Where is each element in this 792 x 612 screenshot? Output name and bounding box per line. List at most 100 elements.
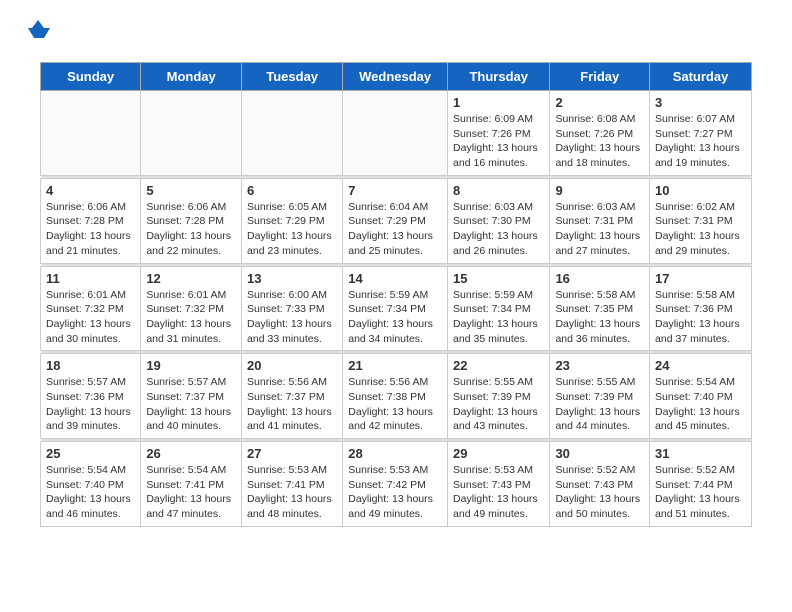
table-row: 22 Sunrise: 5:55 AM Sunset: 7:39 PM Dayli… — [448, 354, 550, 439]
day-number: 17 — [655, 271, 746, 286]
table-row: 25Sunrise: 5:54 AM Sunset: 7:40 PM Dayli… — [41, 442, 141, 527]
cell-info: Sunrise: 5:54 AM Sunset: 7:41 PM Dayligh… — [146, 463, 236, 522]
table-row — [343, 91, 448, 176]
day-number: 31 — [655, 446, 746, 461]
table-row: 1Sunrise: 6:09 AM Sunset: 7:26 PM Daylig… — [448, 91, 550, 176]
cell-info: Sunrise: 5:58 AM Sunset: 7:36 PM Dayligh… — [655, 288, 746, 347]
table-row: 24 Sunrise: 5:54 AM Sunset: 7:40 PM Dayli… — [650, 354, 752, 439]
day-number: 19 — [146, 358, 236, 373]
logo — [25, 20, 50, 52]
table-row: 21Sunrise: 5:56 AM Sunset: 7:38 PM Dayli… — [343, 354, 448, 439]
table-row: 14 Sunrise: 5:59 AM Sunset: 7:34 PM Dayli… — [343, 266, 448, 351]
day-number: 7 — [348, 183, 442, 198]
cell-info: Sunrise: 6:07 AM Sunset: 7:27 PM Dayligh… — [655, 112, 746, 171]
cell-info: Sunrise: 6:01 AM Sunset: 7:32 PM Dayligh… — [146, 288, 236, 347]
table-row: 6 Sunrise: 6:05 AM Sunset: 7:29 PM Daylig… — [242, 178, 343, 263]
day-number: 15 — [453, 271, 544, 286]
day-number: 5 — [146, 183, 236, 198]
day-number: 22 — [453, 358, 544, 373]
table-row: 13Sunrise: 6:00 AM Sunset: 7:33 PM Dayli… — [242, 266, 343, 351]
column-header-sunday: Sunday — [41, 63, 141, 91]
day-number: 6 — [247, 183, 337, 198]
calendar-week-row: 1Sunrise: 6:09 AM Sunset: 7:26 PM Daylig… — [41, 91, 752, 176]
table-row — [242, 91, 343, 176]
calendar-wrapper: SundayMondayTuesdayWednesdayThursdayFrid… — [10, 62, 782, 527]
calendar-week-row: 25Sunrise: 5:54 AM Sunset: 7:40 PM Dayli… — [41, 442, 752, 527]
table-row: 27 Sunrise: 5:53 AM Sunset: 7:41 PM Dayli… — [242, 442, 343, 527]
table-row: 29Sunrise: 5:53 AM Sunset: 7:43 PM Dayli… — [448, 442, 550, 527]
day-number: 14 — [348, 271, 442, 286]
cell-info: Sunrise: 5:56 AM Sunset: 7:37 PM Dayligh… — [247, 375, 337, 434]
day-number: 3 — [655, 95, 746, 110]
table-row: 19 Sunrise: 5:57 AM Sunset: 7:37 PM Dayli… — [141, 354, 242, 439]
table-row: 4 Sunrise: 6:06 AM Sunset: 7:28 PM Daylig… — [41, 178, 141, 263]
table-row: 17 Sunrise: 5:58 AM Sunset: 7:36 PM Dayli… — [650, 266, 752, 351]
day-number: 1 — [453, 95, 544, 110]
day-number: 12 — [146, 271, 236, 286]
column-header-monday: Monday — [141, 63, 242, 91]
day-number: 8 — [453, 183, 544, 198]
calendar-week-row: 11 Sunrise: 6:01 AM Sunset: 7:32 PM Dayli… — [41, 266, 752, 351]
day-number: 25 — [46, 446, 135, 461]
cell-info: Sunrise: 6:06 AM Sunset: 7:28 PM Dayligh… — [146, 200, 236, 259]
day-number: 20 — [247, 358, 337, 373]
cell-info: Sunrise: 6:08 AM Sunset: 7:26 PM Dayligh… — [555, 112, 644, 171]
column-header-thursday: Thursday — [448, 63, 550, 91]
cell-info: Sunrise: 5:59 AM Sunset: 7:34 PM Dayligh… — [453, 288, 544, 347]
cell-info: Sunrise: 5:55 AM Sunset: 7:39 PM Dayligh… — [555, 375, 644, 434]
day-number: 10 — [655, 183, 746, 198]
table-row: 9 Sunrise: 6:03 AM Sunset: 7:31 PM Daylig… — [550, 178, 650, 263]
table-row: 8 Sunrise: 6:03 AM Sunset: 7:30 PM Daylig… — [448, 178, 550, 263]
day-number: 28 — [348, 446, 442, 461]
cell-info: Sunrise: 5:52 AM Sunset: 7:43 PM Dayligh… — [555, 463, 644, 522]
table-row: 31 Sunrise: 5:52 AM Sunset: 7:44 PM Dayli… — [650, 442, 752, 527]
cell-info: Sunrise: 5:54 AM Sunset: 7:40 PM Dayligh… — [655, 375, 746, 434]
table-row: 18 Sunrise: 5:57 AM Sunset: 7:36 PM Dayli… — [41, 354, 141, 439]
table-row: 3 Sunrise: 6:07 AM Sunset: 7:27 PM Daylig… — [650, 91, 752, 176]
column-header-saturday: Saturday — [650, 63, 752, 91]
page-header — [10, 10, 782, 57]
cell-info: Sunrise: 6:06 AM Sunset: 7:28 PM Dayligh… — [46, 200, 135, 259]
table-row: 5 Sunrise: 6:06 AM Sunset: 7:28 PM Daylig… — [141, 178, 242, 263]
table-row: 16 Sunrise: 5:58 AM Sunset: 7:35 PM Dayli… — [550, 266, 650, 351]
table-row: 12 Sunrise: 6:01 AM Sunset: 7:32 PM Dayli… — [141, 266, 242, 351]
day-number: 13 — [247, 271, 337, 286]
day-number: 24 — [655, 358, 746, 373]
cell-info: Sunrise: 5:55 AM Sunset: 7:39 PM Dayligh… — [453, 375, 544, 434]
day-number: 4 — [46, 183, 135, 198]
cell-info: Sunrise: 5:53 AM Sunset: 7:41 PM Dayligh… — [247, 463, 337, 522]
table-row: 28Sunrise: 5:53 AM Sunset: 7:42 PM Dayli… — [343, 442, 448, 527]
table-row: 11 Sunrise: 6:01 AM Sunset: 7:32 PM Dayli… — [41, 266, 141, 351]
table-row: 20 Sunrise: 5:56 AM Sunset: 7:37 PM Dayli… — [242, 354, 343, 439]
cell-info: Sunrise: 6:04 AM Sunset: 7:29 PM Dayligh… — [348, 200, 442, 259]
cell-info: Sunrise: 5:58 AM Sunset: 7:35 PM Dayligh… — [555, 288, 644, 347]
table-row: 15 Sunrise: 5:59 AM Sunset: 7:34 PM Dayli… — [448, 266, 550, 351]
day-number: 18 — [46, 358, 135, 373]
day-number: 11 — [46, 271, 135, 286]
calendar-table: SundayMondayTuesdayWednesdayThursdayFrid… — [40, 62, 752, 527]
cell-info: Sunrise: 6:02 AM Sunset: 7:31 PM Dayligh… — [655, 200, 746, 259]
table-row: 10 Sunrise: 6:02 AM Sunset: 7:31 PM Dayli… — [650, 178, 752, 263]
day-number: 16 — [555, 271, 644, 286]
cell-info: Sunrise: 5:57 AM Sunset: 7:37 PM Dayligh… — [146, 375, 236, 434]
cell-info: Sunrise: 6:03 AM Sunset: 7:30 PM Dayligh… — [453, 200, 544, 259]
cell-info: Sunrise: 5:57 AM Sunset: 7:36 PM Dayligh… — [46, 375, 135, 434]
column-header-friday: Friday — [550, 63, 650, 91]
day-number: 21 — [348, 358, 442, 373]
day-number: 26 — [146, 446, 236, 461]
table-row: 23 Sunrise: 5:55 AM Sunset: 7:39 PM Dayli… — [550, 354, 650, 439]
cell-info: Sunrise: 5:52 AM Sunset: 7:44 PM Dayligh… — [655, 463, 746, 522]
day-number: 9 — [555, 183, 644, 198]
column-header-tuesday: Tuesday — [242, 63, 343, 91]
cell-info: Sunrise: 6:01 AM Sunset: 7:32 PM Dayligh… — [46, 288, 135, 347]
day-number: 29 — [453, 446, 544, 461]
cell-info: Sunrise: 6:05 AM Sunset: 7:29 PM Dayligh… — [247, 200, 337, 259]
table-row: 26 Sunrise: 5:54 AM Sunset: 7:41 PM Dayli… — [141, 442, 242, 527]
day-number: 30 — [555, 446, 644, 461]
day-number: 27 — [247, 446, 337, 461]
cell-info: Sunrise: 6:03 AM Sunset: 7:31 PM Dayligh… — [555, 200, 644, 259]
table-row — [141, 91, 242, 176]
logo-icon — [28, 20, 50, 42]
cell-info: Sunrise: 5:59 AM Sunset: 7:34 PM Dayligh… — [348, 288, 442, 347]
day-number: 23 — [555, 358, 644, 373]
